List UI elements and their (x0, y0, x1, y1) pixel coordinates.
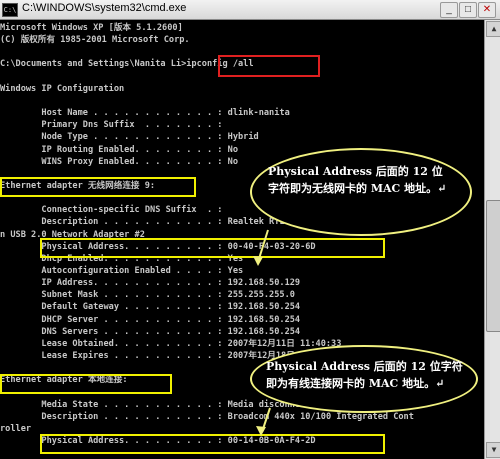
wired-arrow-head (256, 426, 266, 436)
callout-arrows (253, 229, 271, 436)
wireless-arrow-head (253, 256, 263, 266)
